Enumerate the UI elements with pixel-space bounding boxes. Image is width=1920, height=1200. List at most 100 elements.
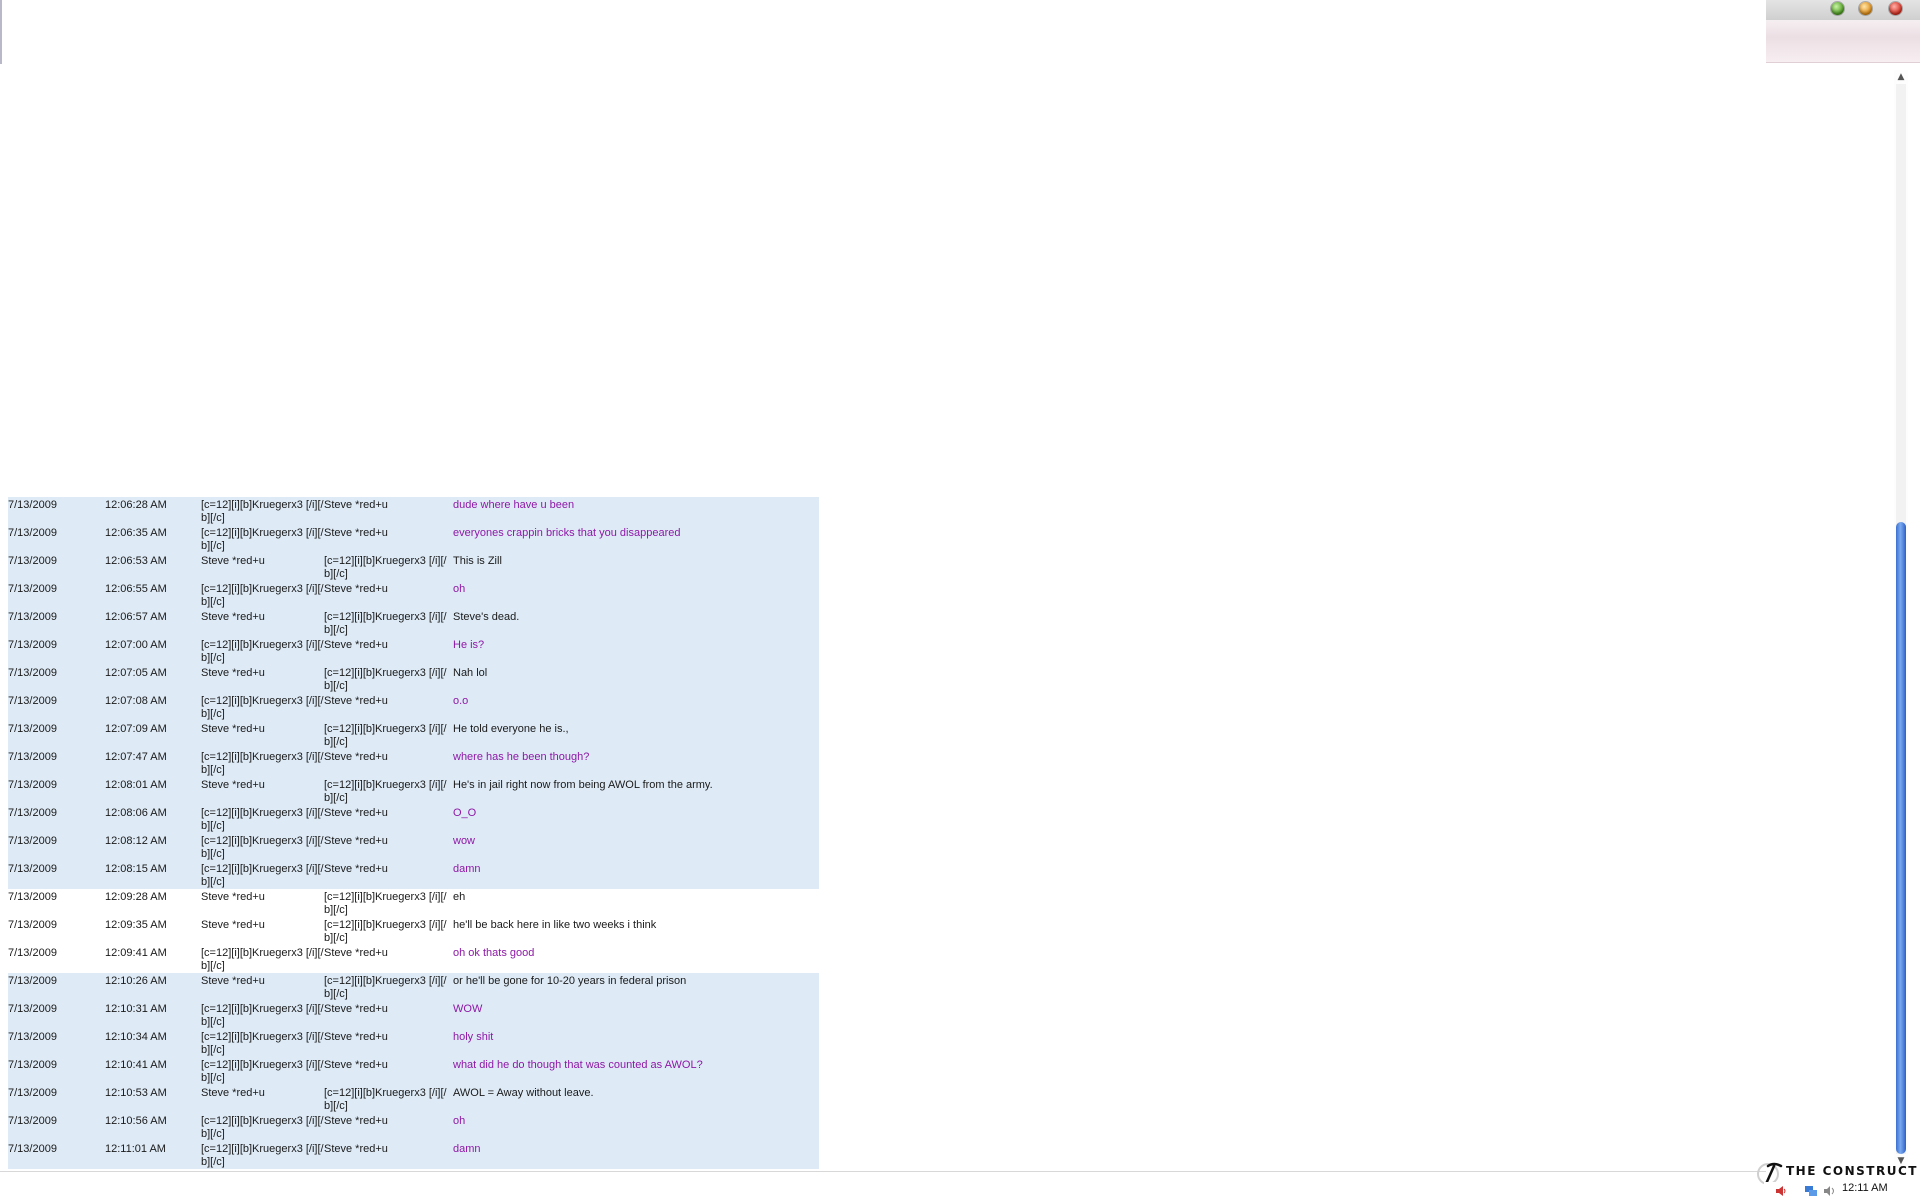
row-message: what did he do though that was counted a… <box>447 1057 819 1085</box>
row-from: [c=12][i][b]Kruegerx3 [/i][/b][/c] <box>201 1029 324 1057</box>
scroll-track[interactable] <box>1896 84 1906 1154</box>
row-date: 7/13/2009 <box>8 917 105 945</box>
row-from: Steve *red+u <box>201 777 324 805</box>
row-date: 7/13/2009 <box>8 637 105 665</box>
row-to: Steve *red+u <box>324 525 447 553</box>
row-message: O_O <box>447 805 819 833</box>
row-message: oh <box>447 581 819 609</box>
close-icon[interactable] <box>1889 2 1902 15</box>
row-time: 12:11:01 AM <box>105 1141 201 1169</box>
scroll-up-arrow-icon[interactable]: ▲ <box>1894 70 1908 84</box>
row-to: [c=12][i][b]Kruegerx3 [/i][/b][/c] <box>324 1085 447 1113</box>
row-time: 12:06:35 AM <box>105 525 201 553</box>
tray-clock[interactable]: 12:11 AM <box>1842 1182 1888 1194</box>
chat-row: 7/13/2009 12:06:35 AM [c=12][i][b]Kruegerx… <box>8 525 819 553</box>
row-to: Steve *red+u <box>324 637 447 665</box>
row-date: 7/13/2009 <box>8 1141 105 1169</box>
row-date: 7/13/2009 <box>8 497 105 525</box>
chat-row: 7/13/2009 12:07:08 AM [c=12][i][b]Kruegerx… <box>8 693 819 721</box>
row-time: 12:08:06 AM <box>105 805 201 833</box>
desktop-screen: ▲ ▼ 7/13/2009 12:06:28 AM [c=12][i][b]Krue… <box>0 0 1920 1200</box>
row-to: Steve *red+u <box>324 1029 447 1057</box>
row-message: He told everyone he is., <box>447 721 819 749</box>
row-from: [c=12][i][b]Kruegerx3 [/i][/b][/c] <box>201 581 324 609</box>
row-date: 7/13/2009 <box>8 749 105 777</box>
maximize-icon[interactable] <box>1831 2 1844 15</box>
row-date: 7/13/2009 <box>8 581 105 609</box>
chat-row: 7/13/2009 12:07:00 AM [c=12][i][b]Kruegerx… <box>8 637 819 665</box>
row-to: [c=12][i][b]Kruegerx3 [/i][/b][/c] <box>324 889 447 917</box>
row-message: he'll be back here in like two weeks i t… <box>447 917 819 945</box>
row-date: 7/13/2009 <box>8 665 105 693</box>
status-divider <box>0 1171 1766 1172</box>
row-from: Steve *red+u <box>201 1085 324 1113</box>
row-date: 7/13/2009 <box>8 1113 105 1141</box>
row-date: 7/13/2009 <box>8 1001 105 1029</box>
row-time: 12:06:28 AM <box>105 497 201 525</box>
row-time: 12:06:55 AM <box>105 581 201 609</box>
row-date: 7/13/2009 <box>8 945 105 973</box>
row-time: 12:10:41 AM <box>105 1057 201 1085</box>
chat-row: 7/13/2009 12:08:06 AM [c=12][i][b]Kruegerx… <box>8 805 819 833</box>
row-from: [c=12][i][b]Kruegerx3 [/i][/b][/c] <box>201 1113 324 1141</box>
row-message: o.o <box>447 693 819 721</box>
row-time: 12:09:35 AM <box>105 917 201 945</box>
row-from: Steve *red+u <box>201 973 324 1001</box>
row-from: Steve *red+u <box>201 609 324 637</box>
chat-row: 7/13/2009 12:06:53 AM Steve *red+u [c=12][i… <box>8 553 819 581</box>
row-message: Steve's dead. <box>447 609 819 637</box>
row-time: 12:10:56 AM <box>105 1113 201 1141</box>
chat-log-table: 7/13/2009 12:06:28 AM [c=12][i][b]Kruegerx… <box>8 497 819 1169</box>
row-date: 7/13/2009 <box>8 861 105 889</box>
row-from: Steve *red+u <box>201 553 324 581</box>
row-message: damn <box>447 1141 819 1169</box>
row-to: Steve *red+u <box>324 581 447 609</box>
row-message: or he'll be gone for 10-20 years in fede… <box>447 973 819 1001</box>
chat-row: 7/13/2009 12:10:26 AM Steve *red+u [c=12][i… <box>8 973 819 1001</box>
row-from: Steve *red+u <box>201 721 324 749</box>
row-time: 12:07:00 AM <box>105 637 201 665</box>
vertical-scrollbar[interactable]: ▲ ▼ <box>1894 70 1908 1168</box>
row-date: 7/13/2009 <box>8 525 105 553</box>
network-icon[interactable] <box>1804 1184 1818 1198</box>
row-from: [c=12][i][b]Kruegerx3 [/i][/b][/c] <box>201 693 324 721</box>
row-date: 7/13/2009 <box>8 777 105 805</box>
chat-row: 7/13/2009 12:06:28 AM [c=12][i][b]Kruegerx… <box>8 497 819 525</box>
chat-row: 7/13/2009 12:08:15 AM [c=12][i][b]Kruegerx… <box>8 861 819 889</box>
row-message: WOW <box>447 1001 819 1029</box>
row-date: 7/13/2009 <box>8 889 105 917</box>
row-time: 12:08:12 AM <box>105 833 201 861</box>
chat-row: 7/13/2009 12:06:55 AM [c=12][i][b]Kruegerx… <box>8 581 819 609</box>
row-message: He's in jail right now from being AWOL f… <box>447 777 819 805</box>
row-message: Nah lol <box>447 665 819 693</box>
row-from: [c=12][i][b]Kruegerx3 [/i][/b][/c] <box>201 805 324 833</box>
chat-row: 7/13/2009 12:09:28 AM Steve *red+u [c=12][i… <box>8 889 819 917</box>
row-time: 12:09:28 AM <box>105 889 201 917</box>
row-message: oh ok thats good <box>447 945 819 973</box>
row-date: 7/13/2009 <box>8 973 105 1001</box>
row-date: 7/13/2009 <box>8 553 105 581</box>
row-message: This is Zill <box>447 553 819 581</box>
row-from: [c=12][i][b]Kruegerx3 [/i][/b][/c] <box>201 525 324 553</box>
scroll-thumb[interactable] <box>1896 522 1906 1154</box>
speaker-icon[interactable] <box>1822 1184 1836 1198</box>
volume-icon[interactable] <box>1774 1184 1788 1198</box>
row-from: [c=12][i][b]Kruegerx3 [/i][/b][/c] <box>201 1001 324 1029</box>
row-to: Steve *red+u <box>324 1113 447 1141</box>
row-date: 7/13/2009 <box>8 693 105 721</box>
row-to: Steve *red+u <box>324 1001 447 1029</box>
chat-row: 7/13/2009 12:10:56 AM [c=12][i][b]Kruegerx… <box>8 1113 819 1141</box>
chat-row: 7/13/2009 12:09:41 AM [c=12][i][b]Kruegerx… <box>8 945 819 973</box>
row-message: wow <box>447 833 819 861</box>
chat-row: 7/13/2009 12:07:47 AM [c=12][i][b]Kruegerx… <box>8 749 819 777</box>
row-message: He is? <box>447 637 819 665</box>
row-message: AWOL = Away without leave. <box>447 1085 819 1113</box>
row-from: Steve *red+u <box>201 665 324 693</box>
chat-row: 7/13/2009 12:10:34 AM [c=12][i][b]Kruegerx… <box>8 1029 819 1057</box>
row-time: 12:10:34 AM <box>105 1029 201 1057</box>
row-time: 12:08:01 AM <box>105 777 201 805</box>
chat-row: 7/13/2009 12:06:57 AM Steve *red+u [c=12][i… <box>8 609 819 637</box>
minimize-icon[interactable] <box>1859 2 1872 15</box>
chat-row: 7/13/2009 12:08:01 AM Steve *red+u [c=12][i… <box>8 777 819 805</box>
row-message: where has he been though? <box>447 749 819 777</box>
